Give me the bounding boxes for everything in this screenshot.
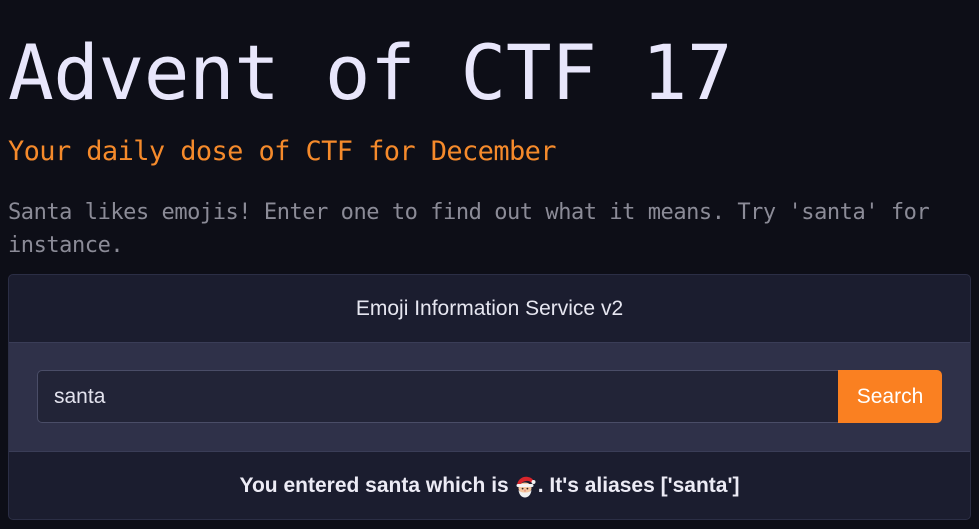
search-button[interactable]: Search	[838, 370, 942, 423]
santa-emoji-icon	[516, 476, 536, 497]
page-title: Advent of CTF 17	[8, 28, 733, 117]
intro-text: Santa likes emojis! Enter one to find ou…	[8, 200, 930, 258]
result-message: You entered santa which is . It's aliase…	[9, 451, 970, 519]
result-prefix: You entered santa which is	[239, 473, 509, 497]
page-subtitle: Your daily dose of CTF for December	[8, 136, 557, 167]
search-form: Search	[9, 343, 970, 451]
emoji-search-input[interactable]	[37, 370, 839, 423]
result-suffix: . It's aliases ['santa']	[537, 473, 740, 497]
emoji-service-card: Emoji Information Service v2 Search You …	[8, 274, 971, 520]
card-title: Emoji Information Service v2	[355, 296, 624, 320]
card-header: Emoji Information Service v2	[9, 275, 970, 343]
